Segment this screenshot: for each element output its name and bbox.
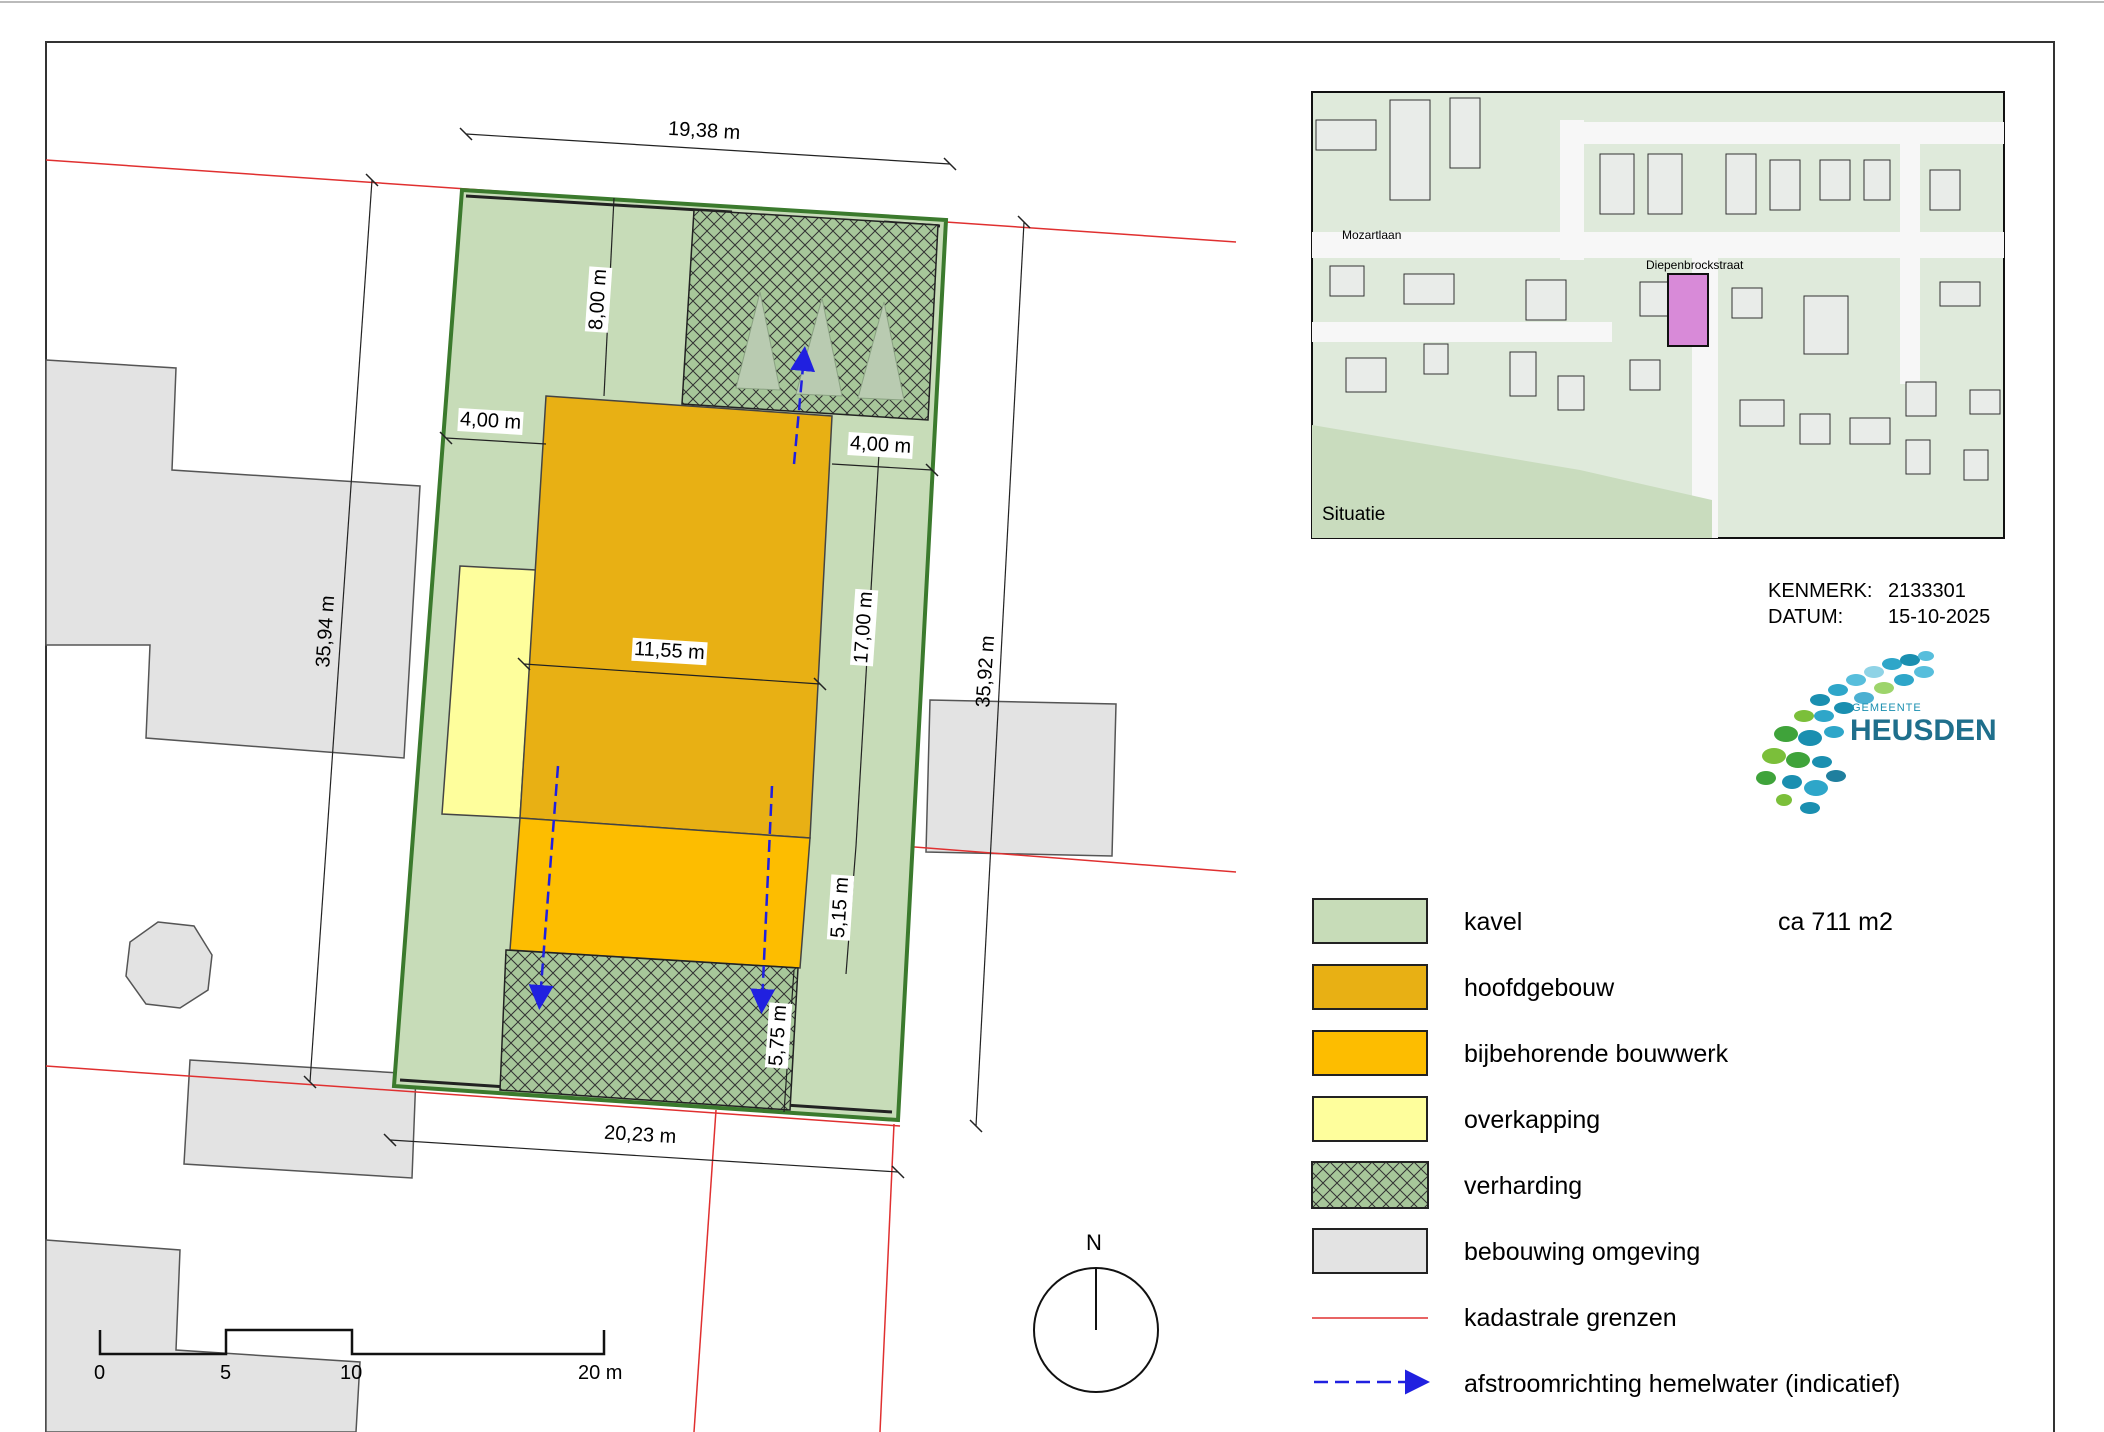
location-marker — [1667, 273, 1709, 347]
legend-swatch-kavel — [1312, 898, 1428, 944]
dim-top-width: 19,38 m — [667, 117, 741, 145]
inset-street-mozartlaan: Mozartlaan — [1342, 228, 1402, 242]
round-structure — [125, 921, 213, 1009]
neighbor-building-far-bottom — [45, 1239, 361, 1432]
legend-label-omgeving: bebouwing omgeving — [1464, 1238, 1701, 1266]
dim-left-setback: 4,00 m — [457, 408, 524, 435]
legend-label-cadastral: kadastrale grenzen — [1464, 1304, 1677, 1332]
dim-building-width: 11,55 m — [631, 637, 708, 666]
paving-rear — [499, 949, 799, 1111]
legend-label-rainwater: afstroomrichting hemelwater (indicatief) — [1464, 1370, 1901, 1398]
inset-street-diepenbrockstraat: Diepenbrockstraat — [1646, 258, 1744, 272]
logo-big-text: HEUSDEN — [1850, 714, 1997, 747]
legend-swatch-bijbehorend — [1312, 1030, 1428, 1076]
scale-tick-5: 5 — [220, 1362, 232, 1384]
legend-value-kavel: ca 711 m2 — [1778, 908, 1893, 936]
legend-label-kavel: kavel — [1464, 908, 1523, 936]
legend-label-bijbehorend: bijbehorende bouwwerk — [1464, 1040, 1729, 1068]
legend-label-hoofdgebouw: hoofdgebouw — [1464, 974, 1615, 1002]
dim-annex-depth: 5,15 m — [826, 874, 855, 941]
legend-swatch-overkapping — [1312, 1096, 1428, 1142]
dim-right-setback: 4,00 m — [847, 432, 914, 459]
dim-rear-paving: 5,75 m — [764, 1002, 793, 1069]
neighbor-building-left — [45, 359, 421, 759]
location-inset-map — [1311, 91, 2005, 539]
scale-tick-20: 20 m — [578, 1362, 623, 1384]
datum-label: DATUM: — [1768, 606, 1844, 628]
site-plan — [0, 1, 2104, 1432]
north-arrow — [1033, 1267, 1159, 1393]
bijbehorend-bouwwerk — [509, 817, 811, 969]
legend-label-overkapping: overkapping — [1464, 1106, 1601, 1134]
kenmerk-value: 2133301 — [1888, 580, 1966, 602]
datum-value: 15-10-2025 — [1888, 606, 1991, 628]
logo-small-text: GEMEENTE — [1852, 702, 1922, 714]
kenmerk-label: KENMERK: — [1768, 580, 1873, 602]
dim-front-setback: 8,00 m — [584, 266, 613, 333]
north-label: N — [1086, 1230, 1102, 1255]
scale-tick-10: 10 — [340, 1362, 363, 1384]
legend-swatch-hoofdgebouw — [1312, 964, 1428, 1010]
legend-label-verharding: verharding — [1464, 1172, 1583, 1200]
neighbor-building-right — [925, 699, 1117, 857]
dim-bottom-width: 20,23 m — [603, 1121, 677, 1149]
inset-caption: Situatie — [1322, 504, 1386, 525]
scale-tick-0: 0 — [94, 1362, 106, 1384]
legend-swatch-omgeving — [1312, 1228, 1428, 1274]
hoofdgebouw — [519, 395, 833, 839]
legend-swatch-hatch — [1311, 1161, 1429, 1209]
